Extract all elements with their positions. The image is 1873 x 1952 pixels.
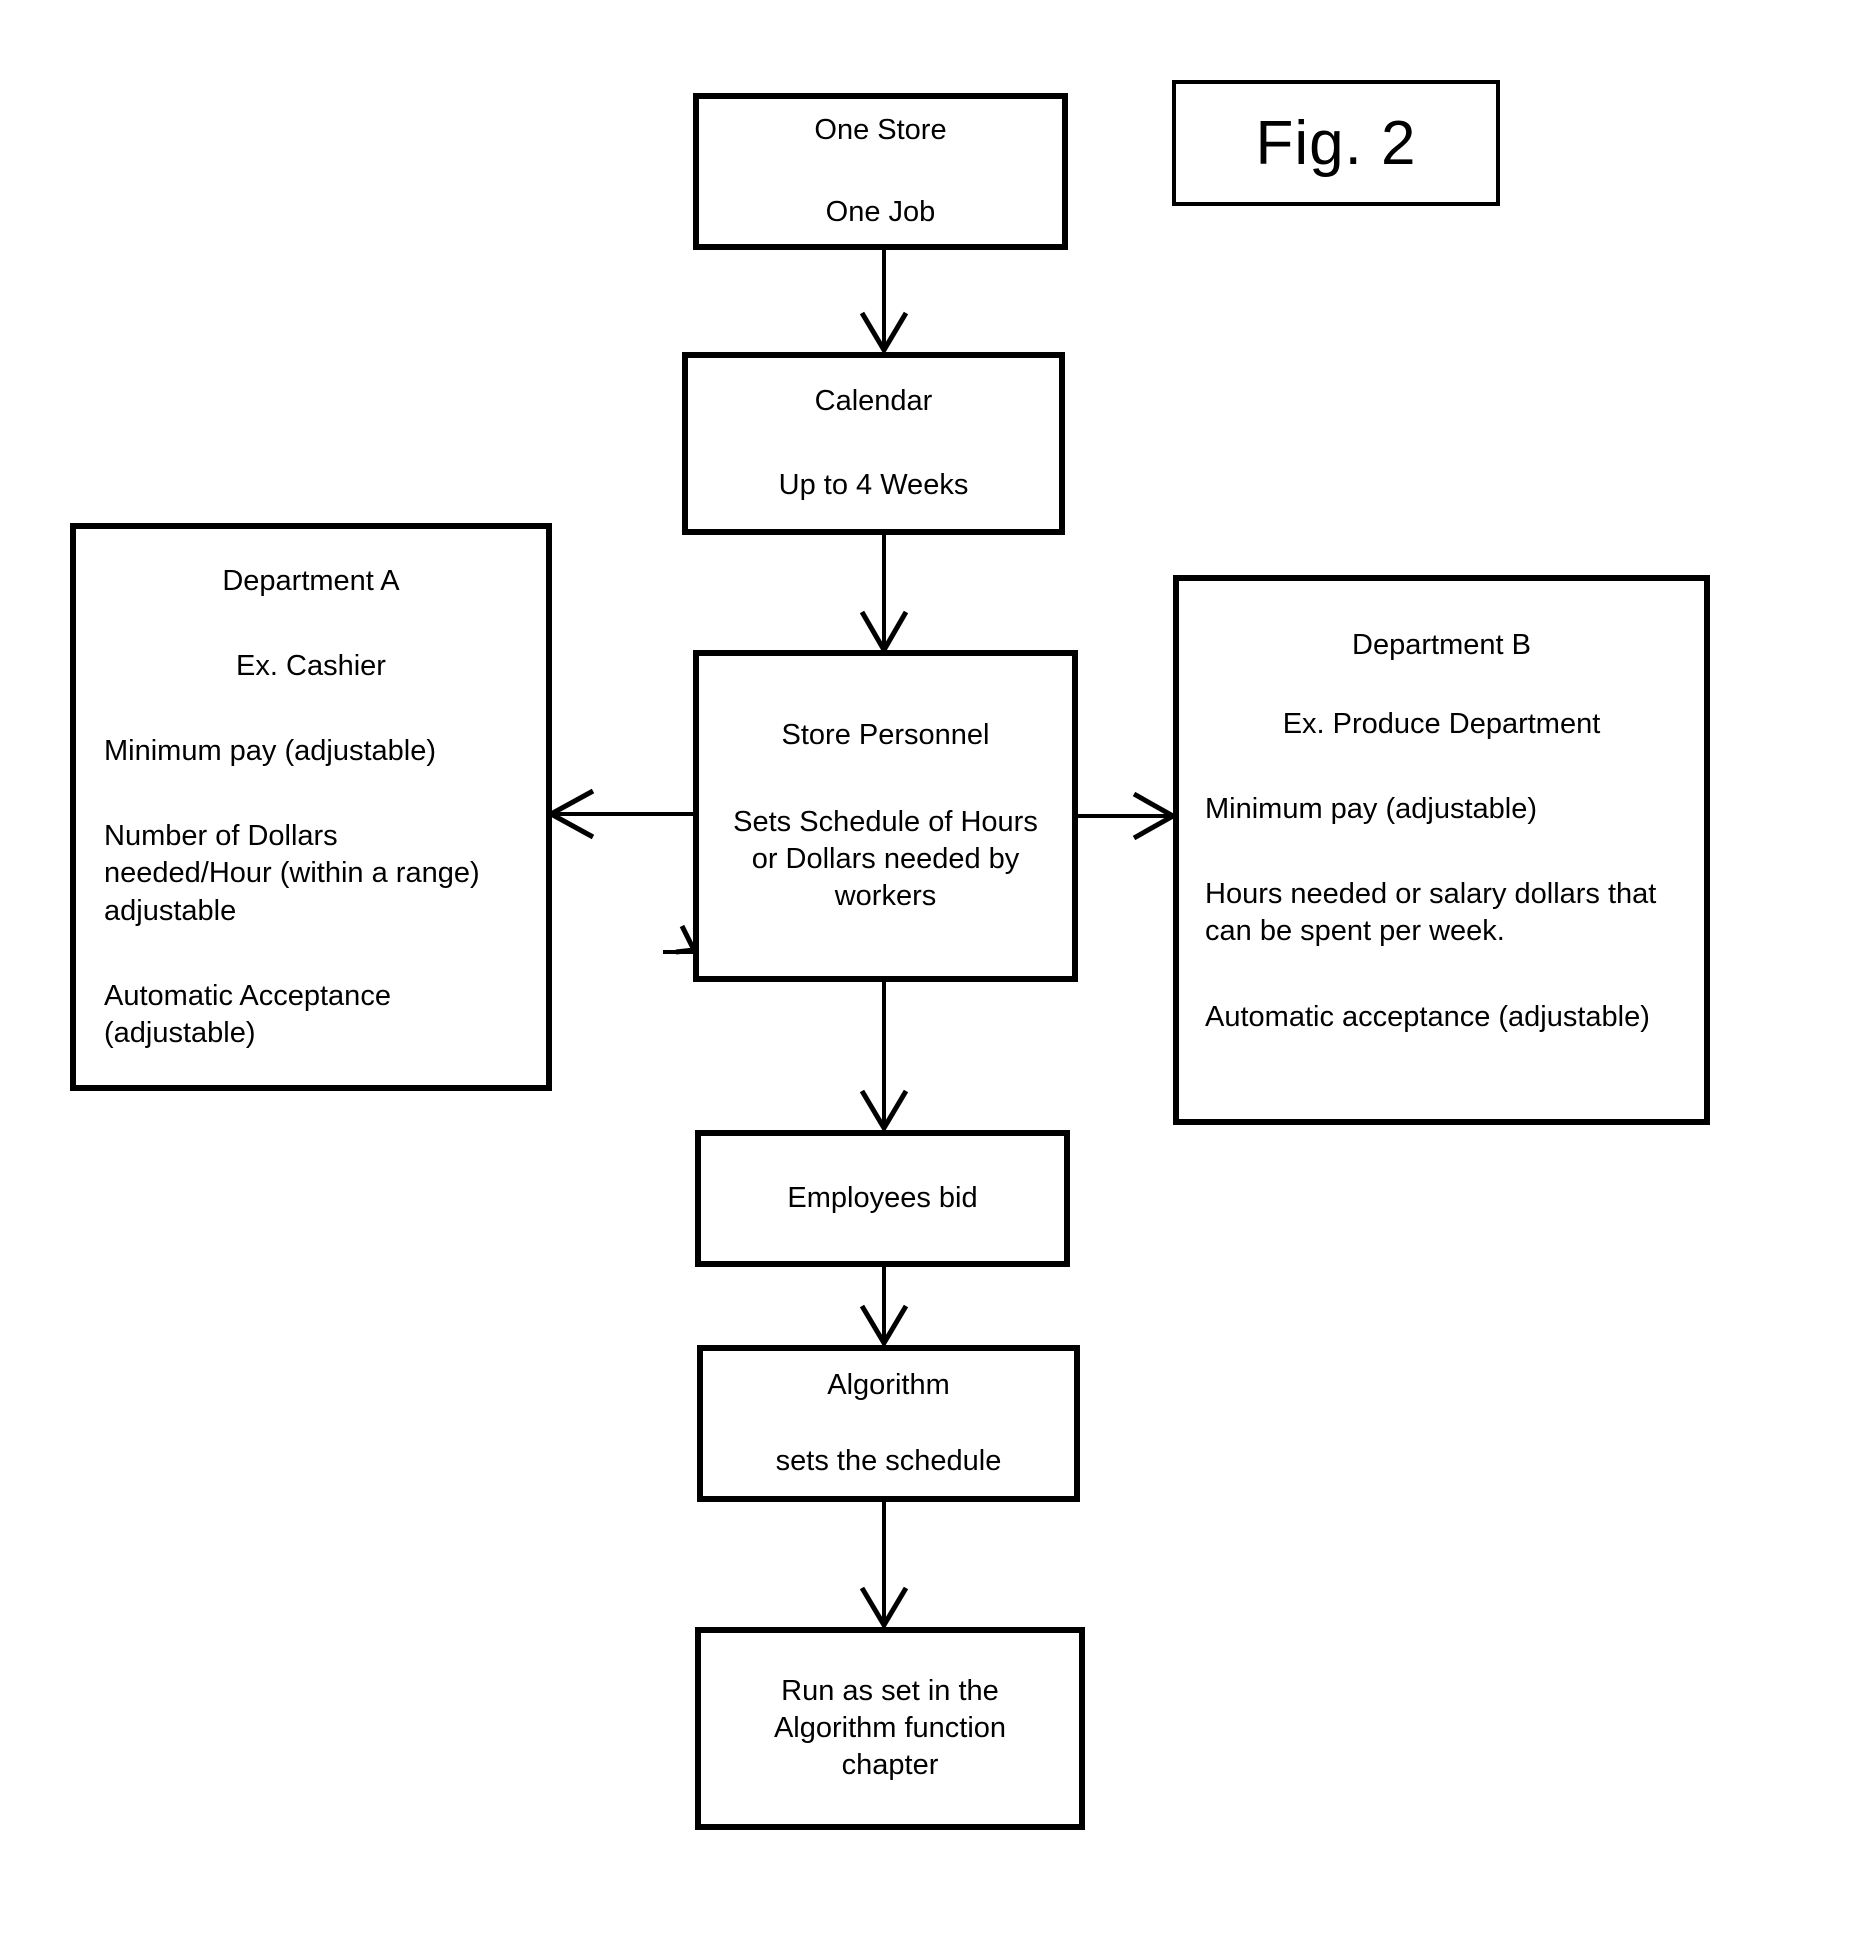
node-department-a-auto-accept-line-1: Automatic Acceptance [104, 979, 391, 1012]
node-employees-bid-label: Employees bid [787, 1181, 978, 1214]
node-department-a-auto-accept-line-2: (adjustable) [104, 1016, 256, 1049]
node-department-a-example: Ex. Cashier [236, 650, 386, 683]
figure-label: Fig. 2 [1172, 80, 1500, 206]
node-calendar[interactable]: Calendar Up to 4 Weeks [682, 352, 1065, 535]
node-one-store-line-2: One Job [825, 195, 936, 228]
node-department-b[interactable]: Department B Ex. Produce Department Mini… [1173, 575, 1710, 1125]
node-department-a-title: Department A [222, 565, 400, 597]
edge-algorithm-to-run-as-set [859, 1502, 909, 1630]
edge-store-personnel-inbound-stub [663, 924, 698, 955]
node-algorithm-subtitle: sets the schedule [775, 1444, 1002, 1477]
node-calendar-line-1: Calendar [814, 385, 933, 418]
edge-store-personnel-to-department-a [545, 788, 693, 840]
node-run-as-set-line-2: Algorithm function [773, 1711, 1007, 1744]
node-one-store[interactable]: One Store One Job [693, 93, 1068, 250]
edge-one-store-to-calendar [859, 250, 909, 355]
node-department-b-example: Ex. Produce Department [1282, 708, 1601, 741]
edge-calendar-to-store-personnel [859, 535, 909, 655]
node-department-a-dollars-line-2: needed/Hour (within a range) [104, 857, 480, 890]
node-algorithm-title: Algorithm [827, 1369, 950, 1402]
edge-store-personnel-to-employees-bid [859, 982, 909, 1133]
node-store-personnel-desc-line-1: Sets Schedule of Hours [733, 805, 1038, 838]
node-calendar-line-2: Up to 4 Weeks [778, 468, 969, 501]
edge-store-personnel-to-department-b [1078, 791, 1179, 841]
node-department-a-dollars-line-3: adjustable [104, 894, 237, 927]
node-store-personnel-title: Store Personnel [781, 718, 990, 751]
node-employees-bid[interactable]: Employees bid [695, 1130, 1070, 1267]
node-run-as-set-line-3: chapter [841, 1749, 939, 1782]
node-department-a-dollars-line-1: Number of Dollars [104, 820, 338, 853]
node-department-b-auto-accept: Automatic acceptance (adjustable) [1205, 1000, 1650, 1033]
node-run-as-set[interactable]: Run as set in the Algorithm function cha… [695, 1627, 1085, 1830]
node-department-b-hours-line-2: can be spent per week. [1205, 915, 1505, 948]
node-store-personnel-desc-line-2: or Dollars needed by [751, 843, 1020, 875]
node-run-as-set-line-1: Run as set in the [781, 1674, 999, 1707]
node-department-a-min-pay: Minimum pay (adjustable) [104, 735, 437, 768]
node-department-b-hours-line-1: Hours needed or salary dollars that [1205, 878, 1657, 911]
flowchart-canvas: Fig. 2 One Store One Job Calendar Up to … [0, 0, 1873, 1952]
node-algorithm[interactable]: Algorithm sets the schedule [697, 1345, 1080, 1502]
node-store-personnel-desc-line-3: workers [834, 880, 937, 913]
edge-employees-bid-to-algorithm [859, 1267, 909, 1348]
node-store-personnel[interactable]: Store Personnel Sets Schedule of Hours o… [693, 650, 1078, 982]
node-department-b-min-pay: Minimum pay (adjustable) [1205, 793, 1538, 826]
figure-label-text: Fig. 2 [1255, 108, 1417, 178]
node-department-b-title: Department B [1352, 629, 1531, 661]
node-department-a[interactable]: Department A Ex. Cashier Minimum pay (ad… [70, 523, 552, 1091]
node-one-store-line-1: One Store [814, 114, 947, 147]
